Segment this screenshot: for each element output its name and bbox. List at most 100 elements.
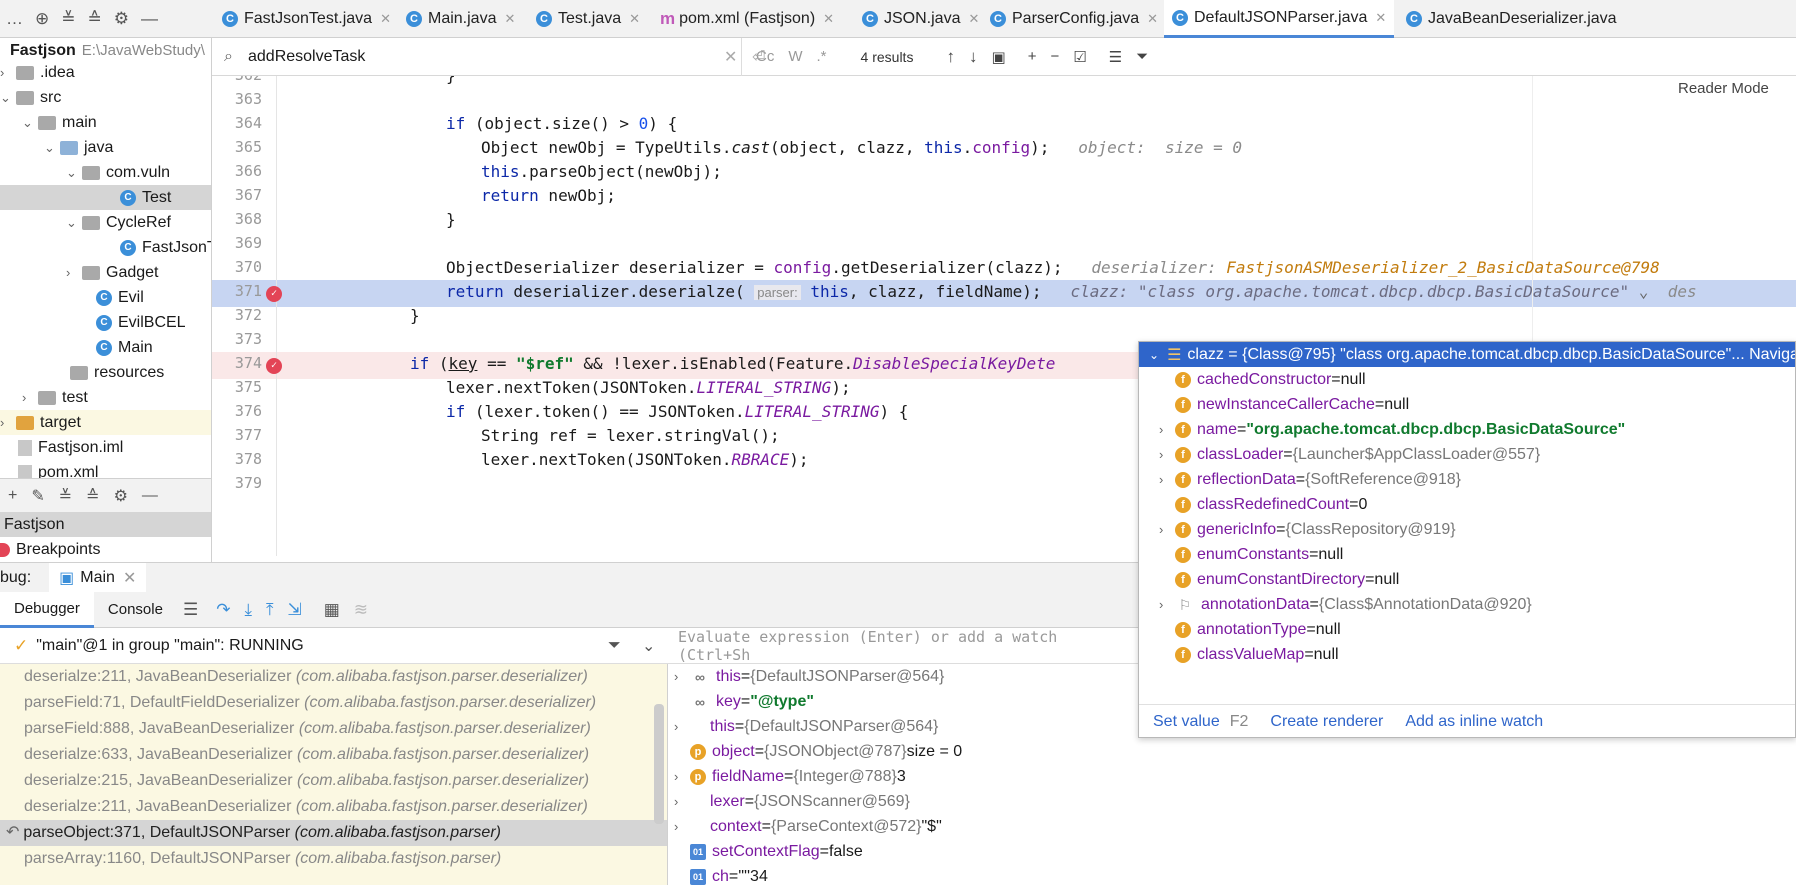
- frame-row-selected[interactable]: ↶ parseObject:371, DefaultJSONParser (com…: [0, 820, 667, 846]
- chevron-down-icon[interactable]: ⌄: [66, 165, 82, 181]
- inline-hint[interactable]: clazz: "class org.apache.tomcat.dbcp.dbc…: [1070, 282, 1629, 301]
- breakpoints-item[interactable]: Breakpoints: [0, 537, 101, 562]
- tree-item[interactable]: C FastJsonT: [120, 235, 211, 260]
- chevron-right-icon[interactable]: ›: [674, 714, 690, 739]
- chevron-right-icon[interactable]: ›: [66, 265, 82, 280]
- search-input[interactable]: ⌕ addResolveTask ✕ ⏎: [212, 37, 765, 76]
- frame-row[interactable]: deserialze:211, JavaBeanDeserializer (co…: [0, 794, 667, 820]
- tree-item[interactable]: ⌄ CycleRef: [66, 210, 171, 235]
- step-over-icon[interactable]: ↷: [216, 600, 230, 620]
- collapse-all-icon[interactable]: ≙: [86, 486, 99, 506]
- newline-icon[interactable]: ⏎: [752, 47, 765, 67]
- tab-defaultjsonparser[interactable]: C DefaultJSONParser.java ✕: [1164, 0, 1395, 38]
- ellipsis-icon[interactable]: …: [6, 9, 23, 29]
- variable-row[interactable]: ∞ key = "@type": [674, 689, 814, 714]
- field-row[interactable]: f classRedefinedCount = 0: [1159, 492, 1367, 517]
- run-to-cursor-icon[interactable]: ⇲: [287, 600, 301, 620]
- add-icon[interactable]: +: [8, 487, 17, 505]
- chevron-right-icon[interactable]: ›: [1159, 467, 1175, 492]
- close-icon[interactable]: ✕: [1375, 10, 1386, 26]
- reader-mode-toggle[interactable]: Reader Mode: [1678, 80, 1769, 97]
- filter-icon[interactable]: ⏷: [1136, 48, 1148, 65]
- select-all-occurrences-icon[interactable]: ☑: [1073, 48, 1086, 66]
- chevron-right-icon[interactable]: ›: [674, 764, 690, 789]
- tree-item[interactable]: ⌄ main: [22, 110, 97, 135]
- close-icon[interactable]: ✕: [823, 11, 834, 27]
- close-icon[interactable]: ✕: [123, 568, 136, 588]
- thread-selector[interactable]: ✓ "main"@1 in group "main": RUNNING ⏷ ⌄: [0, 628, 668, 664]
- arrow-up-icon[interactable]: ↑: [947, 47, 956, 67]
- tree-item[interactable]: › Gadget: [66, 260, 158, 285]
- minimize-icon[interactable]: —: [141, 9, 158, 29]
- select-all-icon[interactable]: ▣: [992, 48, 1006, 66]
- breakpoint-icon[interactable]: ✓: [266, 286, 282, 302]
- minimize-icon[interactable]: —: [142, 487, 158, 505]
- step-out-icon[interactable]: ⤒: [266, 600, 274, 620]
- field-row[interactable]: f annotationType = null: [1159, 617, 1341, 642]
- tab-pom[interactable]: m pom.xml (Fastjson) ✕: [660, 0, 834, 38]
- field-row[interactable]: › f genericInfo = {ClassRepository@919}: [1159, 517, 1456, 542]
- popup-header-row[interactable]: ⌄ ☰ clazz = {Class@795} "class org.apache.…: [1139, 342, 1795, 367]
- clear-icon[interactable]: ✕: [724, 47, 737, 67]
- options-icon[interactable]: ☰: [1109, 48, 1122, 66]
- chevron-down-icon[interactable]: ⌄: [22, 115, 38, 131]
- chevron-right-icon[interactable]: ›: [22, 390, 38, 405]
- edit-icon[interactable]: ✎: [31, 486, 44, 506]
- tree-item[interactable]: ⌄ src: [0, 85, 61, 110]
- frame-row[interactable]: deserialze:633, JavaBeanDeserializer (co…: [0, 742, 667, 768]
- field-row[interactable]: f enumConstantDirectory = null: [1159, 567, 1399, 592]
- filter-icon[interactable]: ⏷: [608, 637, 621, 655]
- variable-row[interactable]: › context = {ParseContext@572} "$": [674, 814, 942, 839]
- chevron-right-icon[interactable]: ›: [674, 814, 690, 839]
- close-icon[interactable]: ✕: [380, 11, 391, 27]
- tree-item[interactable]: resources: [66, 360, 164, 385]
- chevron-down-icon[interactable]: ⌄: [1149, 348, 1159, 362]
- tab-main[interactable]: C Main.java ✕: [406, 0, 515, 38]
- chevron-right-icon[interactable]: ›: [1159, 417, 1175, 442]
- set-value-link[interactable]: Set value: [1153, 713, 1220, 731]
- field-row[interactable]: f newInstanceCallerCache = null: [1159, 392, 1409, 417]
- field-row[interactable]: › f classLoader = {Launcher$AppClassLoader…: [1159, 442, 1540, 467]
- close-icon[interactable]: ✕: [968, 11, 979, 27]
- scrollbar[interactable]: [654, 704, 664, 824]
- debug-session-tab[interactable]: ▣ Main ✕: [49, 562, 147, 593]
- chevron-right-icon[interactable]: ›: [0, 415, 16, 430]
- variable-row[interactable]: 01 ch = '"' 34: [674, 864, 768, 885]
- chevron-right-icon[interactable]: ›: [1159, 592, 1175, 617]
- tab-debugger[interactable]: Debugger: [0, 591, 94, 628]
- tree-item[interactable]: ⌄ com.vuln: [66, 160, 170, 185]
- collapse-all-icon[interactable]: ≙: [88, 9, 102, 29]
- expand-all-icon[interactable]: ≚: [61, 9, 75, 29]
- tree-item[interactable]: C Evil: [96, 285, 144, 310]
- gear-icon[interactable]: ⚙: [114, 9, 129, 29]
- field-row[interactable]: f cachedConstructor = null: [1159, 367, 1366, 392]
- frame-row[interactable]: parseField:888, JavaBeanDeserializer (co…: [0, 716, 667, 742]
- close-icon[interactable]: ✕: [504, 11, 515, 27]
- chevron-right-icon[interactable]: ›: [674, 664, 690, 689]
- tab-parserconfig[interactable]: C ParserConfig.java ✕: [990, 0, 1158, 38]
- bookmark-project[interactable]: Fastjson: [0, 512, 211, 537]
- variable-row[interactable]: › ∞ this = {DefaultJSONParser@564}: [674, 664, 944, 689]
- arrow-down-icon[interactable]: ↓: [969, 47, 978, 67]
- evaluate-icon[interactable]: ▦: [324, 600, 340, 620]
- tree-item[interactable]: › target: [0, 410, 211, 435]
- tree-item[interactable]: › .idea: [0, 60, 75, 85]
- trace-icon[interactable]: ≋: [354, 600, 368, 620]
- field-row[interactable]: › ⚐ annotationData = {Class$AnnotationData…: [1159, 592, 1532, 617]
- frame-row[interactable]: deserialze:215, JavaBeanDeserializer (co…: [0, 768, 667, 794]
- tree-item[interactable]: Fastjson.iml: [18, 435, 123, 460]
- variable-row[interactable]: › p fieldName = {Integer@788} 3: [674, 764, 906, 789]
- remove-occurrence-icon[interactable]: −: [1050, 48, 1059, 65]
- chevron-down-icon[interactable]: ⌄: [44, 140, 60, 156]
- add-inline-watch-link[interactable]: Add as inline watch: [1405, 713, 1543, 731]
- variable-row[interactable]: › lexer = {JSONScanner@569}: [674, 789, 910, 814]
- add-occurrence-icon[interactable]: +: [1028, 48, 1037, 65]
- tree-item[interactable]: C Main: [96, 335, 153, 360]
- crosshair-icon[interactable]: ⊕: [35, 9, 49, 29]
- chevron-right-icon[interactable]: ›: [0, 65, 16, 80]
- regex-toggle[interactable]: .*: [817, 48, 827, 65]
- whole-words-toggle[interactable]: W: [788, 48, 802, 65]
- tree-item-selected[interactable]: C Test: [0, 185, 211, 210]
- tree-item[interactable]: ⌄ java: [44, 135, 113, 160]
- chevron-down-icon[interactable]: ⌄: [642, 636, 655, 656]
